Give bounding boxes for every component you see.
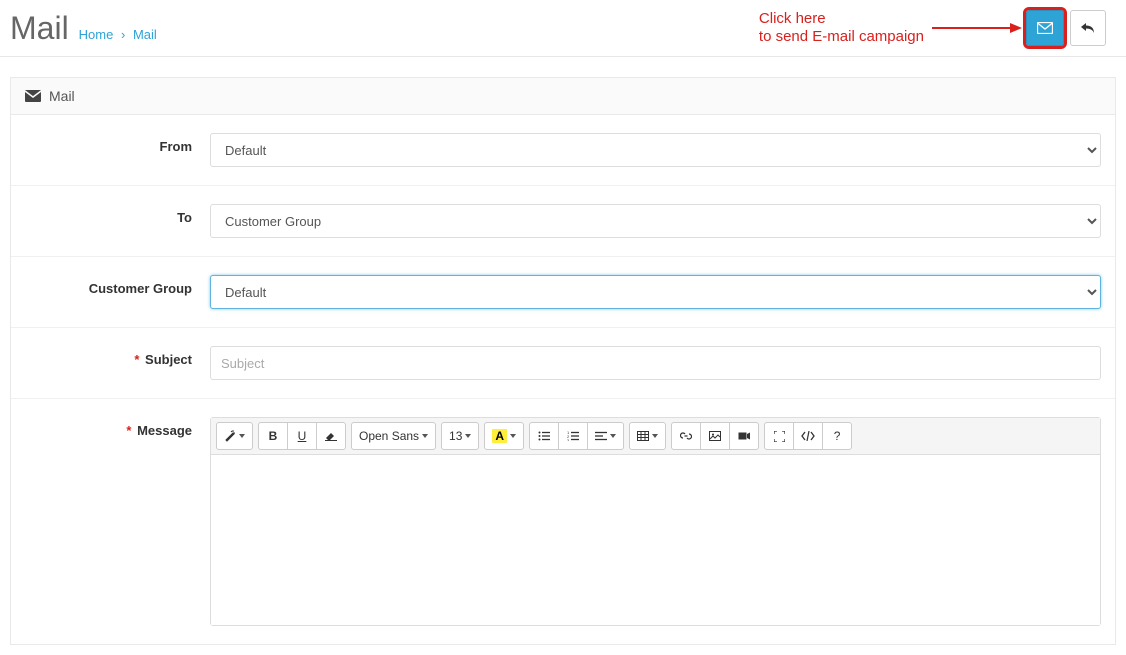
row-message: * Message B U — [11, 399, 1115, 644]
label-to: To — [25, 204, 210, 238]
table-icon — [637, 431, 649, 441]
breadcrumb: Home › Mail — [79, 27, 157, 42]
editor-ul-button[interactable] — [529, 422, 559, 450]
editor-ol-button[interactable]: 123 — [558, 422, 588, 450]
breadcrumb-home[interactable]: Home — [79, 27, 114, 42]
message-editor: B U Open Sans 13 A — [210, 417, 1101, 626]
editor-magic-button[interactable] — [216, 422, 253, 450]
page-header: Mail Home › Mail Click here to send E-ma… — [0, 0, 1126, 57]
video-icon — [738, 431, 750, 441]
picture-icon — [709, 431, 721, 441]
editor-underline-button[interactable]: U — [287, 422, 317, 450]
customer-group-select[interactable]: Default — [210, 275, 1101, 309]
panel-title: Mail — [49, 88, 75, 104]
panel-heading: Mail — [11, 78, 1115, 115]
code-icon — [801, 431, 815, 441]
editor-table-button[interactable] — [629, 422, 666, 450]
annotation-line1: Click here — [759, 10, 826, 27]
annotation-arrow-icon — [932, 21, 1022, 35]
subject-input[interactable] — [210, 346, 1101, 380]
editor-codeview-button[interactable] — [793, 422, 823, 450]
annotation-line2: to send E-mail campaign — [759, 28, 924, 45]
row-to: To Customer Group — [11, 186, 1115, 257]
magic-wand-icon — [224, 430, 236, 442]
editor-help-button[interactable]: ? — [822, 422, 852, 450]
page-title: Mail — [10, 12, 69, 44]
editor-font-color-button[interactable]: A — [484, 422, 524, 450]
editor-fullscreen-button[interactable] — [764, 422, 794, 450]
fullscreen-icon — [774, 431, 785, 442]
header-left: Mail Home › Mail — [10, 12, 157, 44]
list-ol-icon: 123 — [567, 431, 579, 441]
editor-font-size-button[interactable]: 13 — [441, 422, 479, 450]
editor-paragraph-button[interactable] — [587, 422, 624, 450]
back-button[interactable] — [1070, 10, 1106, 46]
breadcrumb-separator: › — [121, 27, 125, 42]
from-select[interactable]: Default — [210, 133, 1101, 167]
label-message: * Message — [25, 417, 210, 626]
label-subject: * Subject — [25, 346, 210, 380]
label-from: From — [25, 133, 210, 167]
editor-body[interactable] — [211, 455, 1100, 625]
svg-text:3: 3 — [567, 438, 570, 441]
row-subject: * Subject — [11, 328, 1115, 399]
editor-eraser-button[interactable] — [316, 422, 346, 450]
editor-toolbar: B U Open Sans 13 A — [211, 418, 1100, 455]
mail-panel: Mail From Default To Customer Group Cust… — [10, 77, 1116, 645]
list-ul-icon — [538, 431, 550, 441]
editor-link-button[interactable] — [671, 422, 701, 450]
editor-video-button[interactable] — [729, 422, 759, 450]
reply-arrow-icon — [1081, 22, 1095, 34]
annotation-text: Click here to send E-mail campaign — [759, 10, 924, 46]
label-customer-group: Customer Group — [25, 275, 210, 309]
eraser-icon — [325, 431, 337, 441]
send-button[interactable] — [1026, 10, 1064, 46]
breadcrumb-current[interactable]: Mail — [133, 27, 157, 42]
link-icon — [680, 431, 692, 441]
row-from: From Default — [11, 115, 1115, 186]
editor-font-family-button[interactable]: Open Sans — [351, 422, 436, 450]
editor-picture-button[interactable] — [700, 422, 730, 450]
editor-bold-button[interactable]: B — [258, 422, 288, 450]
envelope-icon — [1037, 22, 1053, 34]
header-right: Click here to send E-mail campaign — [759, 10, 1106, 46]
row-customer-group: Customer Group Default — [11, 257, 1115, 328]
envelope-icon — [25, 90, 41, 102]
to-select[interactable]: Customer Group — [210, 204, 1101, 238]
align-icon — [595, 431, 607, 441]
